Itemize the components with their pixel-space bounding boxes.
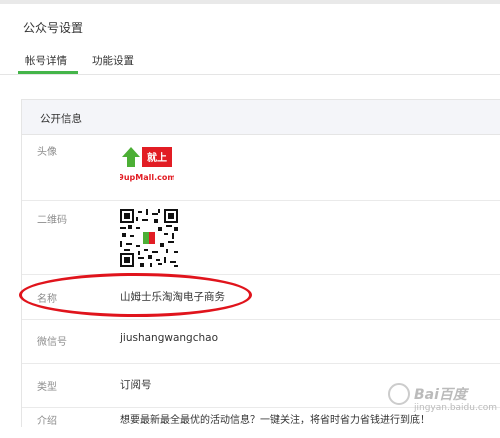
active-tab-indicator [18, 71, 78, 74]
name-row: 名称 山姆士乐淘淘电子商务 [22, 275, 500, 320]
type-value: 订阅号 [120, 379, 152, 391]
panel-title: 公开信息 [40, 113, 82, 125]
wechat-id-label: 微信号 [37, 337, 67, 348]
name-value: 山姆士乐淘淘电子商务 [120, 291, 225, 303]
panel-header: 公开信息 [22, 100, 500, 135]
page-title: 公众号设置 [23, 21, 84, 35]
intro-label: 介绍 [37, 416, 57, 427]
tab-function-settings[interactable]: 功能设置 [92, 53, 134, 68]
watermark-url: jingyan.baidu.com [414, 403, 498, 413]
tab-bar: 帐号详情 功能设置 [0, 48, 500, 75]
top-divider [0, 0, 500, 4]
avatar: 就上 9upMall.com [118, 145, 176, 187]
baidu-paw-icon [388, 383, 410, 405]
svg-text:9upMall.com: 9upMall.com [120, 173, 174, 182]
tab-account-details[interactable]: 帐号详情 [25, 53, 67, 68]
qrcode-row: 二维码 [22, 201, 500, 275]
qrcode-label: 二维码 [37, 215, 67, 226]
type-label: 类型 [37, 382, 57, 393]
svg-text:就上: 就上 [147, 151, 167, 164]
wechat-id-row: 微信号 jiushangwangchao [22, 320, 500, 364]
watermark-brand: Bai百度 [414, 387, 467, 403]
wechat-id-value: jiushangwangchao [120, 332, 218, 344]
qrcode-image [120, 209, 178, 267]
avatar-label: 头像 [37, 147, 57, 158]
public-info-panel: 公开信息 头像 就上 9upMall.com 二维码 名称 山姆士乐淘淘电子商务… [21, 99, 500, 427]
name-label: 名称 [37, 294, 57, 305]
avatar-row: 头像 就上 9upMall.com [22, 135, 500, 201]
intro-value: 想要最新最全最优的活动信息？一键关注，将省时省力省钱进行到底！ [120, 415, 430, 426]
